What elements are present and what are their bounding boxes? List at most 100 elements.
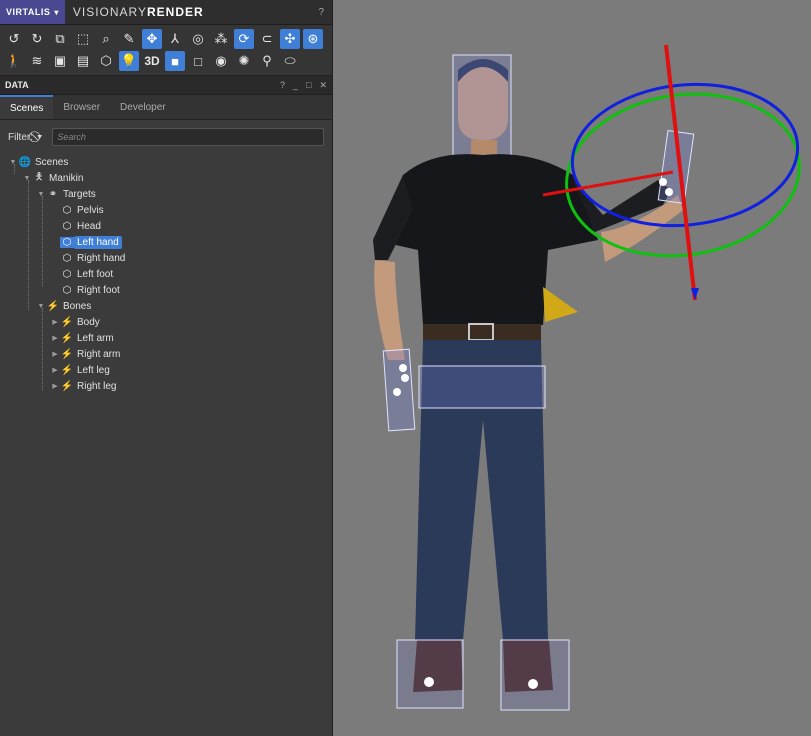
screen-icon[interactable]: ▣	[50, 51, 70, 71]
bone-icon: ⚡	[60, 348, 74, 360]
expand-arrow-icon[interactable]: ▶	[50, 318, 60, 326]
vr-headset-icon[interactable]: ⬭	[280, 51, 300, 71]
zoom-select-icon[interactable]: ⌕	[96, 29, 116, 49]
tree-node[interactable]: ⬡ Right hand	[0, 250, 332, 266]
expand-arrow-icon[interactable]: ▶	[50, 366, 60, 374]
cube-icon: ⬡	[62, 252, 72, 264]
expand-arrow-icon[interactable]: ▶	[50, 334, 60, 342]
bone-icon: ⚡	[60, 332, 74, 344]
expand-arrow-icon[interactable]: ▼	[36, 191, 46, 198]
cube-icon: ⬡	[62, 268, 72, 280]
right-foot-marker	[424, 677, 434, 687]
cube-icon[interactable]: ⬡	[96, 51, 116, 71]
magnet-icon[interactable]: ⊂	[257, 29, 277, 49]
expand-arrow-icon[interactable]: ▼	[8, 159, 18, 166]
select-box-icon[interactable]: ⬚	[73, 29, 93, 49]
tree-node[interactable]: ▶ ⚡ Right arm	[0, 346, 332, 362]
redo-icon[interactable]: ↻	[27, 29, 47, 49]
toolbar-row-1: ↺ ↻ ⧉ ⬚ ⌕ ✎ ✥ ⅄ ◎ ⁂ ⟳ ⊂ ✣ ⊛	[4, 29, 328, 49]
tab-browser[interactable]: Browser	[53, 95, 110, 119]
tab-developer[interactable]: Developer	[110, 95, 176, 119]
manikin-right-forearm	[374, 260, 405, 360]
left-panel: VIRTALIS ▾ VISIONARYRENDER ? ↺ ↻ ⧉ ⬚ ⌕ ✎ ✥ ⅄ ◎ ⁂ ⟳…	[0, 0, 333, 736]
left-hand-marker	[665, 188, 673, 196]
tree-node[interactable]: ▶ ⚡ Left leg	[0, 362, 332, 378]
tree-node-label: Targets	[63, 188, 96, 200]
square-icon[interactable]: □	[188, 51, 208, 71]
panel-tabs: Scenes Browser Developer	[0, 95, 332, 120]
3d-icon[interactable]: 3D	[142, 51, 162, 71]
tree-node[interactable]: ▼ 🯅 Manikin	[0, 170, 332, 186]
nodes-icon[interactable]: ⁂	[211, 29, 231, 49]
tree-node-label: Left foot	[77, 268, 114, 280]
expand-arrow-icon[interactable]: ▶	[50, 382, 60, 390]
tree-node-label: Body	[77, 316, 100, 328]
filter-label: Filter:	[8, 131, 33, 143]
expand-arrow-icon[interactable]: ▼	[36, 303, 46, 310]
tree-node-label: Right foot	[77, 284, 120, 296]
orbit-lock-icon[interactable]: ⊛	[303, 29, 323, 49]
tree-node[interactable]: ▼ 🌐 Scenes	[0, 154, 332, 170]
right-foot-target-box[interactable]	[396, 639, 464, 709]
viewport-3d[interactable]	[333, 0, 811, 736]
app-title-light: VISIONARY	[72, 5, 147, 19]
orbit-icon[interactable]: ✣	[280, 29, 300, 49]
document-icon[interactable]: ▤	[73, 51, 93, 71]
walk-icon[interactable]: 🚶	[4, 51, 24, 71]
fill-icon[interactable]: ■	[165, 51, 185, 71]
scene-canvas	[373, 44, 801, 711]
copy-icon[interactable]: ⧉	[50, 29, 70, 49]
tree-node[interactable]: ▶ ⚡ Left arm	[0, 330, 332, 346]
bone-icon: ⚡	[46, 300, 60, 312]
left-foot-target-box[interactable]	[500, 639, 570, 711]
skeleton-icon[interactable]: ⚲	[257, 51, 277, 71]
undo-icon[interactable]: ↺	[4, 29, 24, 49]
panel-control-button[interactable]: □	[306, 80, 311, 91]
target-icon[interactable]: ◉	[211, 51, 231, 71]
panel-control-button[interactable]: ✕	[319, 80, 327, 91]
tree-node[interactable]: ⬡ Right foot	[0, 282, 332, 298]
tree-node[interactable]: ⬡ Left hand	[0, 234, 332, 250]
yellow-pointer-marker	[543, 287, 578, 322]
panel-control-button[interactable]: _	[293, 80, 298, 91]
pelvis-target-box[interactable]	[418, 365, 546, 409]
tree-node[interactable]: ▼ ⚭ Targets	[0, 186, 332, 202]
left-foot-marker	[528, 679, 538, 689]
tree-node-label: Right hand	[77, 252, 126, 264]
tree-node-label: Scenes	[35, 156, 69, 168]
tree-node-label: Bones	[63, 300, 92, 312]
expand-arrow-icon[interactable]: ▶	[50, 350, 60, 358]
right-hand-marker	[401, 374, 409, 382]
brand-menu-button[interactable]: VIRTALIS ▾	[0, 0, 65, 24]
tree-node[interactable]: ▼ ⚡ Bones	[0, 298, 332, 314]
tab-scenes[interactable]: Scenes	[0, 95, 54, 119]
toolbar-row-2: 🚶 ≋ ▣ ▤ ⬡ 💡 3D ■ □ ◉ ✺ ⚲ ⬭	[4, 51, 328, 71]
filter-bar: Filter: ⃠▾ Search	[0, 120, 332, 150]
tree-node[interactable]: ▶ ⚡ Right leg	[0, 378, 332, 394]
sphere-icon[interactable]: ◎	[188, 29, 208, 49]
filter-icon[interactable]: ⃠▾	[37, 131, 42, 144]
axes-icon[interactable]: ⅄	[165, 29, 185, 49]
edit-icon[interactable]: ✎	[119, 29, 139, 49]
expand-arrow-icon[interactable]: ▼	[22, 175, 32, 182]
manikin-shirt	[373, 154, 598, 325]
wifi-icon[interactable]: ≋	[27, 51, 47, 71]
help-button[interactable]: ?	[318, 7, 324, 18]
search-input[interactable]: Search	[52, 128, 324, 146]
rotate-icon[interactable]: ⟳	[234, 29, 254, 49]
title-bar: VIRTALIS ▾ VISIONARYRENDER ?	[0, 0, 332, 25]
cube-icon: ⬡	[60, 236, 74, 248]
tree-node-label: Right leg	[77, 380, 117, 392]
tree-node-label: Right arm	[77, 348, 121, 360]
tree-node-label: Pelvis	[77, 204, 104, 216]
tree-node[interactable]: ⬡ Pelvis	[0, 202, 332, 218]
gizmo-z-arrow	[691, 288, 699, 300]
panel-control-button[interactable]: ?	[280, 80, 285, 91]
tree-node[interactable]: ▶ ⚡ Body	[0, 314, 332, 330]
light-icon[interactable]: 💡	[119, 51, 139, 71]
tree-node[interactable]: ⬡ Head	[0, 218, 332, 234]
aperture-icon[interactable]: ✺	[234, 51, 254, 71]
tree-node[interactable]: ⬡ Left foot	[0, 266, 332, 282]
move-gizmo-icon[interactable]: ✥	[142, 29, 162, 49]
bone-icon: ⚡	[60, 316, 74, 328]
